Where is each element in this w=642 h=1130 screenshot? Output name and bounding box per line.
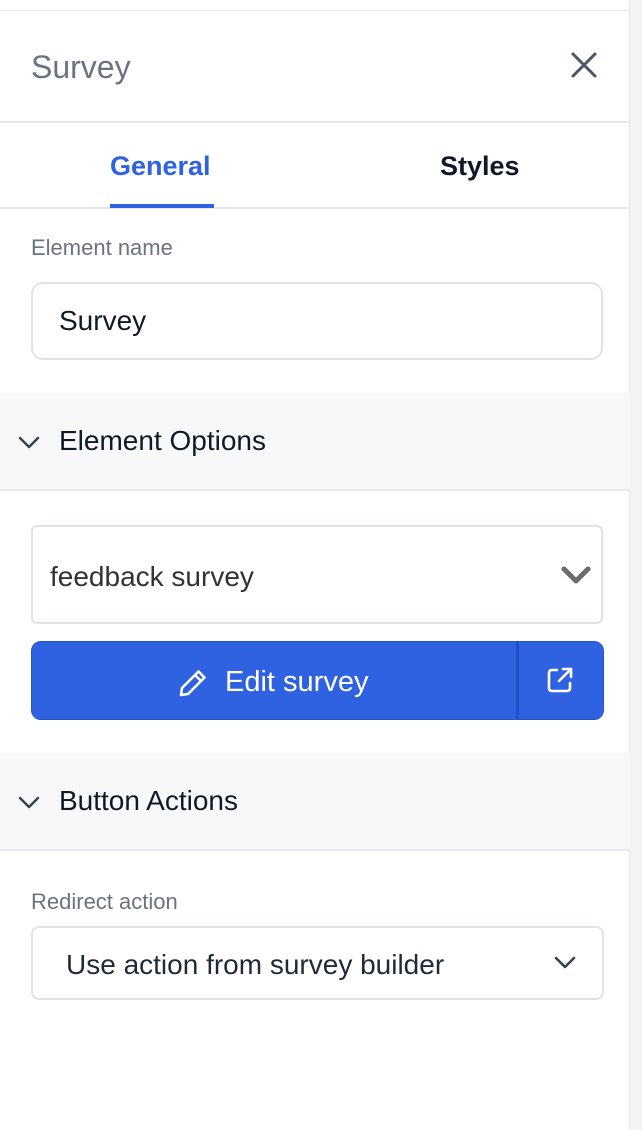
open-survey-external-button[interactable] <box>519 642 603 719</box>
edit-survey-label: Edit survey <box>225 666 369 698</box>
button-actions-section-header[interactable]: Button Actions <box>0 753 630 851</box>
survey-settings-panel: Survey General Styles Element name Eleme… <box>0 0 630 1130</box>
close-icon <box>571 52 597 78</box>
pencil-icon <box>179 670 206 697</box>
chevron-down-icon <box>561 566 591 584</box>
redirect-action-label: Redirect action <box>31 889 178 914</box>
redirect-action-select[interactable]: Use action from survey builder <box>31 926 604 1000</box>
panel-title: Survey <box>31 49 131 85</box>
tab-bar: General Styles <box>0 125 630 209</box>
element-options-title: Element Options <box>59 425 266 456</box>
survey-select-value: feedback survey <box>50 561 254 592</box>
active-tab-indicator <box>110 204 214 208</box>
tab-general[interactable]: General <box>110 149 211 183</box>
edit-survey-button[interactable]: Edit survey <box>32 642 516 719</box>
element-name-label: Element name <box>31 235 173 260</box>
survey-select[interactable]: feedback survey <box>31 525 603 624</box>
chevron-down-icon <box>18 436 40 449</box>
close-button[interactable] <box>566 47 602 83</box>
tab-styles[interactable]: Styles <box>440 149 520 183</box>
edit-survey-button-group: Edit survey <box>31 641 604 720</box>
redirect-action-value: Use action from survey builder <box>66 949 445 980</box>
element-options-section-header[interactable]: Element Options <box>0 393 630 491</box>
external-link-icon <box>547 667 573 693</box>
panel-header: Survey <box>0 11 630 123</box>
chevron-down-icon <box>554 956 576 969</box>
chevron-down-icon <box>18 796 40 809</box>
element-name-input[interactable] <box>31 282 603 360</box>
button-actions-title: Button Actions <box>59 785 239 816</box>
background-edge <box>630 0 642 1130</box>
